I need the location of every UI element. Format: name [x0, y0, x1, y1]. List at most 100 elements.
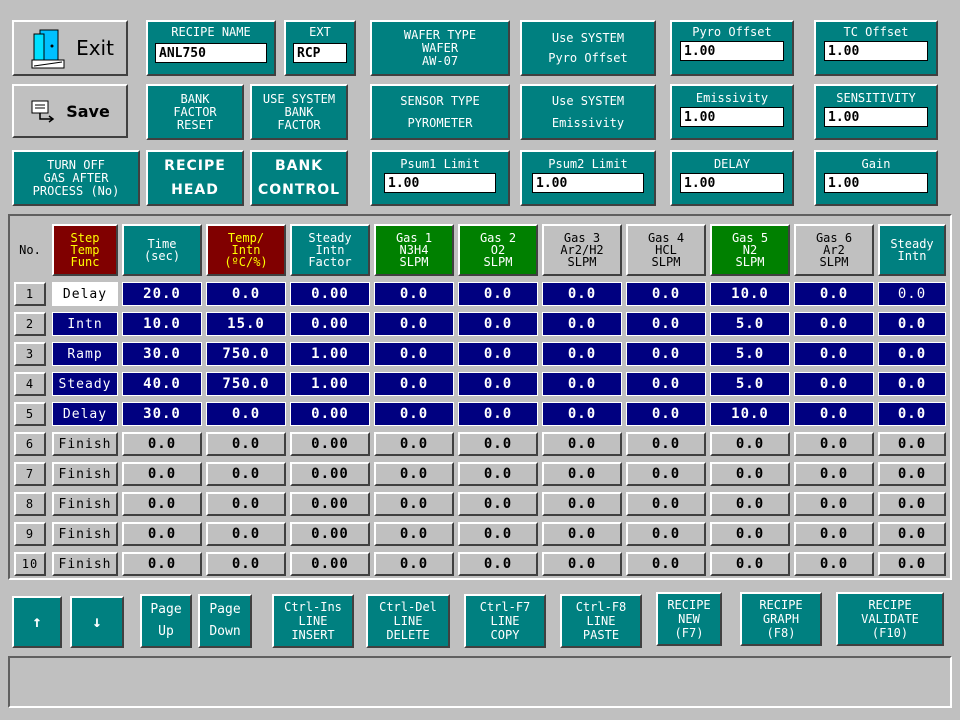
table-cell[interactable]: 0.0	[206, 552, 286, 576]
table-cell[interactable]: 0.0	[542, 312, 622, 336]
table-cell[interactable]: 0.0	[542, 432, 622, 456]
row-up-button[interactable]: ↑	[12, 596, 62, 648]
table-cell[interactable]: 0.0	[206, 282, 286, 306]
table-cell[interactable]: 0.0	[626, 492, 706, 516]
recipe-name-input[interactable]: ANL750	[155, 43, 267, 63]
table-cell[interactable]: 0.0	[542, 402, 622, 426]
table-cell[interactable]: 0.0	[626, 432, 706, 456]
table-cell[interactable]: 0.0	[878, 402, 946, 426]
table-cell[interactable]: 0.0	[794, 492, 874, 516]
table-row[interactable]: 9 Finish 0.0 0.0 0.00 0.0 0.0 0.0 0.0 0.0 0.0 0.0	[10, 522, 950, 546]
table-cell[interactable]: 0.0	[206, 462, 286, 486]
table-cell[interactable]: 1.00	[290, 372, 370, 396]
table-cell[interactable]: 0.0	[878, 312, 946, 336]
table-cell[interactable]: 0.0	[374, 312, 454, 336]
page-up-button[interactable]: Page Up	[140, 594, 192, 648]
line-paste-button[interactable]: Ctrl-F8 LINE PASTE	[560, 594, 642, 648]
step-func-cell[interactable]: Intn	[52, 312, 118, 336]
step-func-cell[interactable]: Delay	[52, 402, 118, 426]
table-cell[interactable]: 0.0	[458, 492, 538, 516]
step-func-cell[interactable]: Finish	[52, 522, 118, 546]
emissivity-input[interactable]: 1.00	[680, 107, 784, 127]
ext-input[interactable]: RCP	[293, 43, 347, 63]
table-cell[interactable]: 0.0	[878, 462, 946, 486]
table-cell[interactable]: 0.0	[374, 462, 454, 486]
recipe-head-button[interactable]: RECIPE HEAD	[146, 150, 244, 206]
step-func-cell[interactable]: Finish	[52, 462, 118, 486]
delay-input[interactable]: 1.00	[680, 173, 784, 193]
table-cell[interactable]: 0.0	[710, 432, 790, 456]
step-func-cell[interactable]: Finish	[52, 492, 118, 516]
table-row[interactable]: 8 Finish 0.0 0.0 0.00 0.0 0.0 0.0 0.0 0.0 0.0 0.0	[10, 492, 950, 516]
table-cell[interactable]: 0.0	[542, 492, 622, 516]
sensor-type-button[interactable]: SENSOR TYPE PYROMETER	[370, 84, 510, 140]
table-cell[interactable]: 0.0	[626, 342, 706, 366]
recipe-new-button[interactable]: RECIPE NEW (F7)	[656, 592, 722, 646]
table-cell[interactable]: 0.0	[122, 492, 202, 516]
bank-control-button[interactable]: BANK CONTROL	[250, 150, 348, 206]
step-func-cell[interactable]: Finish	[52, 552, 118, 576]
table-cell[interactable]: 0.0	[710, 552, 790, 576]
page-down-button[interactable]: Page Down	[198, 594, 252, 648]
sensitivity-input[interactable]: 1.00	[824, 107, 928, 127]
table-cell[interactable]: 0.00	[290, 432, 370, 456]
table-cell[interactable]: 0.0	[206, 492, 286, 516]
table-cell[interactable]: 0.0	[626, 462, 706, 486]
table-cell[interactable]: 0.0	[458, 462, 538, 486]
table-cell[interactable]: 0.00	[290, 462, 370, 486]
table-cell[interactable]: 20.0	[122, 282, 202, 306]
table-cell[interactable]: 0.00	[290, 552, 370, 576]
step-func-cell[interactable]: Finish	[52, 432, 118, 456]
table-cell[interactable]: 0.0	[374, 522, 454, 546]
table-cell[interactable]: 0.0	[374, 372, 454, 396]
table-cell[interactable]: 0.0	[458, 522, 538, 546]
table-cell[interactable]: 0.0	[542, 552, 622, 576]
table-row[interactable]: 5 Delay 30.0 0.0 0.00 0.0 0.0 0.0 0.0 10.0 0.0 0.0	[10, 402, 950, 426]
table-cell[interactable]: 0.0	[458, 402, 538, 426]
table-cell[interactable]: 0.0	[374, 402, 454, 426]
table-row[interactable]: 10 Finish 0.0 0.0 0.00 0.0 0.0 0.0 0.0 0.0 0.0 0.0	[10, 552, 950, 576]
table-cell[interactable]: 10.0	[122, 312, 202, 336]
table-cell[interactable]: 0.0	[710, 522, 790, 546]
tc-offset-input[interactable]: 1.00	[824, 41, 928, 61]
recipe-validate-button[interactable]: RECIPE VALIDATE (F10)	[836, 592, 944, 646]
bank-factor-reset-button[interactable]: BANK FACTOR RESET	[146, 84, 244, 140]
table-cell[interactable]: 0.0	[542, 372, 622, 396]
table-cell[interactable]: 0.0	[878, 492, 946, 516]
table-cell[interactable]: 750.0	[206, 342, 286, 366]
table-cell[interactable]: 0.0	[794, 432, 874, 456]
use-system-bank-factor-button[interactable]: USE SYSTEM BANK FACTOR	[250, 84, 348, 140]
table-cell[interactable]: 0.0	[458, 342, 538, 366]
table-row[interactable]: 3 Ramp 30.0 750.0 1.00 0.0 0.0 0.0 0.0 5.0 0.0 0.0	[10, 342, 950, 366]
table-cell[interactable]: 0.0	[878, 372, 946, 396]
table-cell[interactable]: 0.0	[206, 522, 286, 546]
psum1-limit-input[interactable]: 1.00	[384, 173, 496, 193]
table-cell[interactable]: 0.0	[542, 342, 622, 366]
table-cell[interactable]: 750.0	[206, 372, 286, 396]
table-cell[interactable]: 0.0	[878, 522, 946, 546]
table-cell[interactable]: 0.0	[458, 552, 538, 576]
table-cell[interactable]: 0.0	[374, 492, 454, 516]
step-func-cell[interactable]: Delay	[52, 282, 118, 306]
table-cell[interactable]: 0.0	[122, 462, 202, 486]
use-system-pyro-offset-button[interactable]: Use SYSTEM Pyro Offset	[520, 20, 656, 76]
table-cell[interactable]: 0.0	[206, 432, 286, 456]
table-cell[interactable]: 0.00	[290, 402, 370, 426]
table-cell[interactable]: 0.0	[122, 432, 202, 456]
table-row[interactable]: 4 Steady 40.0 750.0 1.00 0.0 0.0 0.0 0.0 5.0 0.0 0.…	[10, 372, 950, 396]
line-insert-button[interactable]: Ctrl-Ins LINE INSERT	[272, 594, 354, 648]
table-cell[interactable]: 0.0	[626, 552, 706, 576]
table-cell[interactable]: 0.0	[878, 342, 946, 366]
save-button[interactable]: Save	[12, 84, 128, 138]
table-cell[interactable]: 5.0	[710, 312, 790, 336]
table-row[interactable]: 2 Intn 10.0 15.0 0.00 0.0 0.0 0.0 0.0 5.0 0.0 0.0	[10, 312, 950, 336]
table-cell[interactable]: 0.0	[374, 432, 454, 456]
table-cell[interactable]: 5.0	[710, 372, 790, 396]
table-cell[interactable]: 0.0	[542, 522, 622, 546]
table-cell[interactable]: 0.0	[542, 462, 622, 486]
psum2-limit-input[interactable]: 1.00	[532, 173, 644, 193]
table-cell[interactable]: 0.0	[794, 372, 874, 396]
line-delete-button[interactable]: Ctrl-Del LINE DELETE	[366, 594, 450, 648]
table-cell[interactable]: 5.0	[710, 342, 790, 366]
table-cell[interactable]: 0.0	[626, 312, 706, 336]
